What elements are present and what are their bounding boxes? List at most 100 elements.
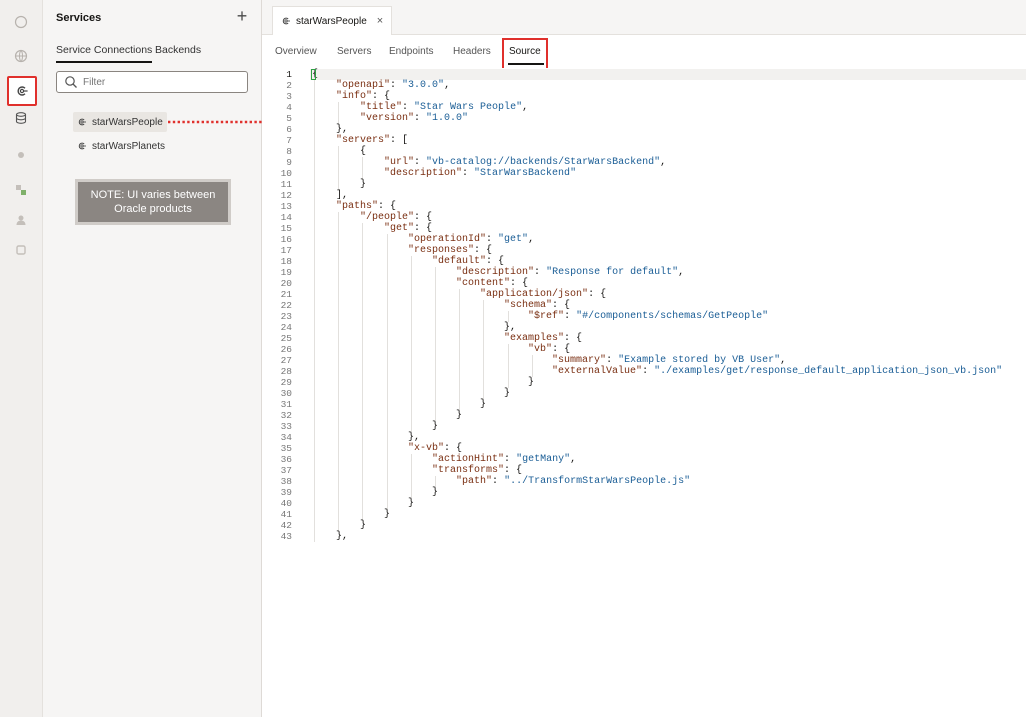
- code-line: "schema": {: [504, 300, 571, 311]
- code-line: "vb": {: [528, 344, 571, 355]
- indent-guide: [386, 366, 388, 377]
- tab-backends[interactable]: Backends: [155, 44, 201, 56]
- indent-guide: [362, 311, 364, 322]
- line-number: 10: [280, 168, 292, 179]
- indent-guide: [338, 443, 340, 454]
- filter-field[interactable]: [56, 71, 248, 93]
- indent-guide: [338, 377, 340, 388]
- settings-icon[interactable]: [8, 238, 34, 262]
- indent-guide: [362, 355, 364, 366]
- line-number: 31: [280, 399, 292, 410]
- indent-guide: [410, 487, 412, 498]
- text-cursor: [311, 69, 316, 80]
- code-line: "$ref": "#/components/schemas/GetPeople": [528, 311, 769, 322]
- service-item-starwarspeople[interactable]: starWarsPeople: [73, 112, 167, 132]
- indent-guide: [314, 443, 315, 454]
- indent-guide: [362, 278, 364, 289]
- indent-guide: [338, 333, 340, 344]
- indent-guide: [314, 377, 315, 388]
- indent-guide: [338, 498, 340, 509]
- indent-guide: [435, 311, 436, 322]
- code-line: "paths": {: [336, 201, 397, 212]
- note-line-2: Oracle products: [114, 203, 192, 215]
- tab-service-connections[interactable]: Service Connections: [56, 44, 153, 63]
- line-number: 12: [280, 190, 292, 201]
- indent-guide: [435, 355, 436, 366]
- service-item-starwarsplanets[interactable]: starWarsPlanets: [73, 136, 169, 156]
- indent-guide: [410, 344, 412, 355]
- editor-subtabs: Overview Servers Endpoints Headers Sourc…: [262, 35, 1026, 69]
- add-service-button[interactable]: +: [231, 5, 253, 27]
- indent-guide: [338, 465, 340, 476]
- indent-guide: [435, 278, 436, 289]
- indent-guide: [314, 256, 315, 267]
- line-number: 27: [280, 355, 292, 366]
- callout-arrow: [168, 117, 272, 127]
- indent-guide: [483, 366, 485, 377]
- indent-guide: [338, 300, 340, 311]
- indent-guide: [338, 311, 340, 322]
- tab-servers[interactable]: Servers: [337, 46, 371, 57]
- tab-headers[interactable]: Headers: [453, 46, 491, 57]
- source-code-editor[interactable]: 1 2 3 4 5 6 7 8 9 10 11 12 13 14 15 16 17 18 19 20 21 22 23 24 2…: [262, 68, 1026, 717]
- indent-guide: [362, 168, 364, 179]
- indent-guide: [314, 113, 315, 124]
- code-line: "operationId": "get",: [408, 234, 535, 245]
- line-number: 39: [280, 487, 292, 498]
- line-number: 2: [286, 80, 292, 91]
- code-line: "default": {: [432, 256, 505, 267]
- indent-guide: [338, 421, 340, 432]
- indent-guide: [410, 355, 412, 366]
- service-connection-icon: [78, 142, 86, 150]
- indent-guide: [338, 344, 340, 355]
- globe-icon[interactable]: [8, 44, 34, 68]
- line-number: 42: [280, 520, 292, 531]
- indent-guide: [362, 399, 364, 410]
- line-number: 23: [280, 311, 292, 322]
- indent-guide: [314, 146, 315, 157]
- user-icon[interactable]: [8, 208, 34, 232]
- code-line: "path": "../TransformStarWarsPeople.js": [456, 476, 691, 487]
- indent-guide: [338, 102, 340, 113]
- indent-guide: [314, 234, 315, 245]
- tab-overview[interactable]: Overview: [275, 46, 317, 57]
- close-icon[interactable]: ×: [377, 15, 383, 27]
- line-number: 11: [280, 179, 292, 190]
- filter-input[interactable]: [83, 74, 233, 90]
- code-line: "title": "Star Wars People",: [360, 102, 529, 113]
- indent-guide: [362, 366, 364, 377]
- indent-guide: [459, 300, 461, 311]
- indent-guide: [314, 498, 315, 509]
- service-item-label: starWarsPlanets: [92, 140, 165, 152]
- indent-guide: [435, 388, 436, 399]
- indent-guide: [314, 311, 315, 322]
- app-icon[interactable]: [8, 10, 34, 34]
- file-tab-starwarspeople[interactable]: starWarsPeople ×: [272, 6, 393, 35]
- indent-guide: [362, 344, 364, 355]
- line-number: 21: [280, 289, 292, 300]
- line-number: 32: [280, 410, 292, 421]
- panel-title: Services: [56, 12, 102, 24]
- line-number: 40: [280, 498, 292, 509]
- indent-guide: [435, 267, 436, 278]
- tab-endpoints[interactable]: Endpoints: [389, 46, 433, 57]
- database-icon[interactable]: [8, 106, 34, 130]
- indent-guide: [314, 476, 315, 487]
- indent-guide: [314, 465, 315, 476]
- service-item-label: starWarsPeople: [92, 116, 163, 128]
- component-icon[interactable]: [8, 143, 34, 167]
- indent-guide: [483, 322, 485, 333]
- indent-guide: [314, 289, 315, 300]
- indent-guide: [386, 355, 388, 366]
- code-line: }: [312, 509, 391, 520]
- indent-guide: [338, 267, 340, 278]
- code-line: "content": {: [456, 278, 529, 289]
- indent-guide: [386, 476, 388, 487]
- service-connection-icon[interactable]: [7, 76, 37, 106]
- indent-guide: [314, 399, 315, 410]
- indent-guide: [338, 146, 340, 157]
- indent-guide: [314, 454, 315, 465]
- indent-guide: [338, 509, 340, 520]
- indent-guide: [435, 476, 436, 487]
- process-icon[interactable]: [8, 178, 34, 202]
